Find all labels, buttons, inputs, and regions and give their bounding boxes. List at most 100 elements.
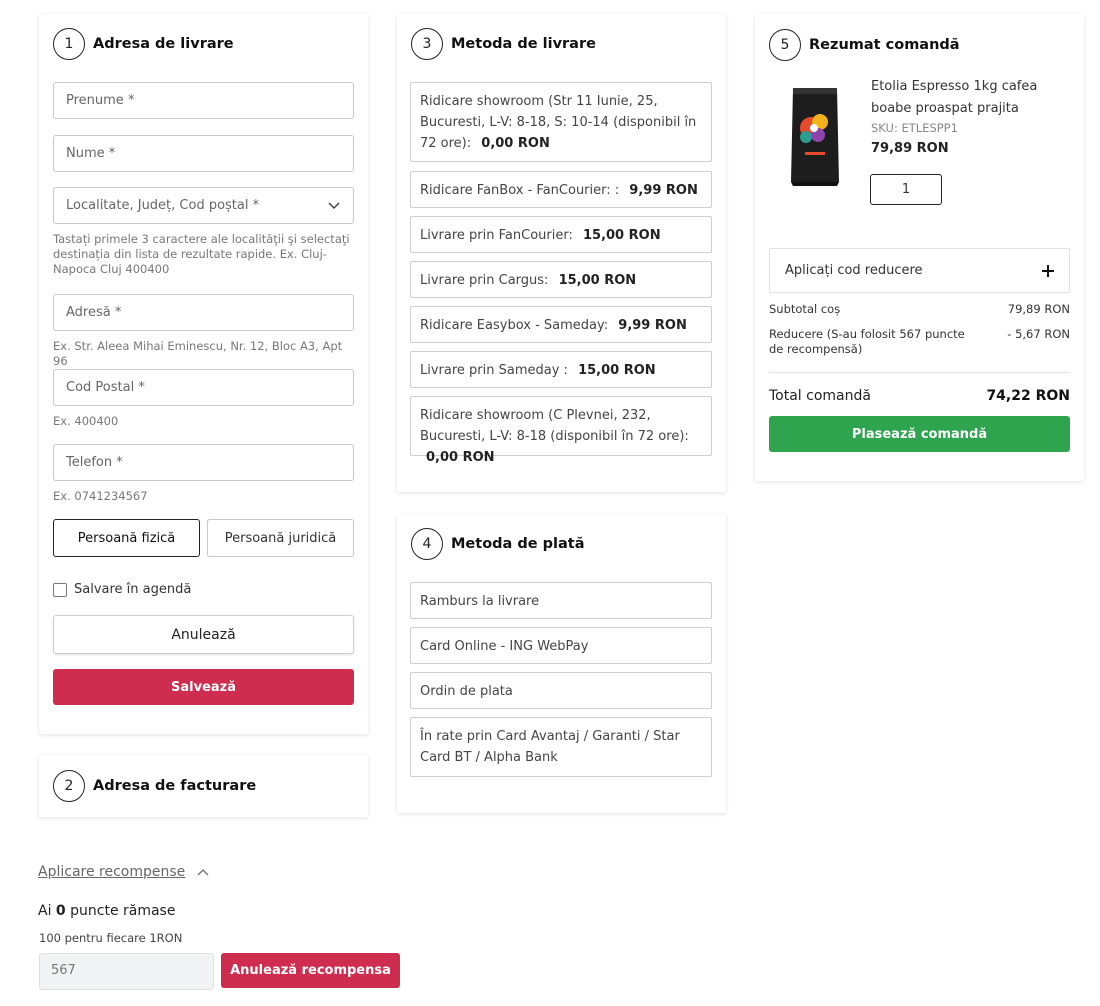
shipping-option-price: 15,00 RON <box>558 273 637 288</box>
save-button[interactable]: Salvează <box>53 669 354 705</box>
product-image[interactable] <box>785 82 845 186</box>
product-sku: SKU: ETLESPP1 <box>871 121 958 135</box>
chevron-up-icon <box>197 869 209 876</box>
points-input[interactable]: 567 <box>39 953 214 990</box>
place-order-button[interactable]: Plasează comandă <box>769 416 1070 452</box>
cancel-button[interactable]: Anulează <box>53 615 354 654</box>
remaining-points: 0 <box>55 903 66 919</box>
person-legal-button[interactable]: Persoană juridică <box>207 519 354 557</box>
order-summary-card: 5 Rezumat comandă Etolia Espresso 1kg ca… <box>755 14 1084 481</box>
shipping-option-price: 9,99 RON <box>618 318 687 333</box>
points-input-value: 567 <box>51 963 76 978</box>
total-row: Total comandă 74,22 RON <box>769 388 1070 404</box>
shipping-option-price: 15,00 RON <box>578 363 656 378</box>
reduction-label: Reducere (S-au folosit 567 puncte de rec… <box>769 327 965 356</box>
payment-option-bank-transfer[interactable]: Ordin de plata <box>410 672 712 709</box>
billing-address-header: 2 Adresa de facturare <box>53 770 256 802</box>
step-number: 1 <box>53 28 85 60</box>
rewards-toggle[interactable]: Aplicare recompense <box>38 864 209 880</box>
quantity-input[interactable]: 1 <box>870 174 942 205</box>
payment-option-card-online[interactable]: Card Online - ING WebPay <box>410 627 712 664</box>
step-number: 2 <box>53 770 85 802</box>
save-agenda-label: Salvare în agendă <box>74 582 192 597</box>
save-agenda-checkbox[interactable]: Salvare în agendă <box>53 582 191 597</box>
plus-icon <box>1042 264 1054 277</box>
section-title: Adresa de livrare <box>93 36 234 52</box>
reduction-value: - 5,67 RON <box>1007 327 1070 341</box>
shipping-option-price: 0,00 RON <box>481 136 550 151</box>
rewards-toggle-label[interactable]: Aplicare recompense <box>38 864 185 880</box>
shipping-option-fanbox[interactable]: Ridicare FanBox - FanCourier: : 9,99 RON <box>410 171 712 208</box>
address-hint: Ex. Str. Aleea Mihai Eminescu, Nr. 12, B… <box>53 339 343 368</box>
points-rate: 100 pentru fiecare 1RON <box>39 931 183 945</box>
locality-hint: Tastați primele 3 caractere ale localită… <box>53 232 350 276</box>
payment-option-installments[interactable]: În rate prin Card Avantaj / Garanti / St… <box>410 717 712 777</box>
shipping-option-sameday[interactable]: Livrare prin Sameday : 15,00 RON <box>410 351 712 388</box>
step-number: 4 <box>411 528 443 560</box>
total-value: 74,22 RON <box>986 388 1070 404</box>
shipping-option-fancourier[interactable]: Livrare prin FanCourier: 15,00 RON <box>410 216 712 253</box>
summary-divider <box>769 372 1070 373</box>
reduction-row: Reducere (S-au folosit 567 puncte de rec… <box>769 327 1070 357</box>
shipping-option-easybox[interactable]: Ridicare Easybox - Sameday: 9,99 RON <box>410 306 712 343</box>
remaining-prefix: Ai <box>38 903 52 919</box>
shipping-option-showroom-11-iunie[interactable]: Ridicare showroom (Str 11 Iunie, 25, Buc… <box>410 82 712 162</box>
shipping-option-label: Ridicare Easybox - Sameday: <box>420 318 609 333</box>
section-title: Adresa de facturare <box>93 778 257 794</box>
quantity-value: 1 <box>901 182 911 197</box>
shipping-option-showroom-plevnei[interactable]: Ridicare showroom (C Plevnei, 232, Bucur… <box>410 396 712 465</box>
subtotal-row: Subtotal coș 79,89 RON <box>769 302 1070 317</box>
payment-method-card: 4 Metoda de plată Ramburs la livrare Car… <box>397 514 726 813</box>
address-input[interactable]: Adresă * <box>53 294 354 331</box>
shipping-option-label: Ridicare FanBox - FanCourier: : <box>420 183 620 198</box>
phone-placeholder: Telefon * <box>66 455 123 470</box>
delivery-address-card: 1 Adresa de livrare Prenume * Nume * Loc… <box>39 14 368 734</box>
subtotal-value: 79,89 RON <box>1007 302 1070 316</box>
postal-code-input[interactable]: Cod Postal * <box>53 369 354 406</box>
payment-option-cash-on-delivery[interactable]: Ramburs la livrare <box>410 582 712 619</box>
section-title: Metoda de livrare <box>451 36 596 52</box>
discount-code-label: Aplicați cod reducere <box>785 263 923 278</box>
checkbox-box[interactable] <box>53 582 67 597</box>
remaining-suffix: puncte rămase <box>70 903 176 919</box>
phone-input[interactable]: Telefon * <box>53 444 354 481</box>
postal-code-placeholder: Cod Postal * <box>66 380 145 395</box>
section-title: Rezumat comandă <box>809 37 960 53</box>
payment-method-header: 4 Metoda de plată <box>411 528 584 560</box>
shipping-option-price: 0,00 RON <box>426 450 495 465</box>
shipping-option-label: Ridicare showroom (Str 11 Iunie, 25, Buc… <box>420 94 697 151</box>
first-name-input[interactable]: Prenume * <box>53 82 354 119</box>
address-placeholder: Adresă * <box>66 305 122 320</box>
shipping-option-price: 15,00 RON <box>582 228 661 243</box>
phone-hint: Ex. 0741234567 <box>53 489 148 503</box>
last-name-placeholder: Nume * <box>66 146 116 161</box>
subtotal-label: Subtotal coș <box>769 302 841 316</box>
order-summary-header: 5 Rezumat comandă <box>769 29 960 61</box>
product-name[interactable]: Etolia Espresso 1kg cafea boabe proaspat… <box>871 76 1071 120</box>
shipping-method-header: 3 Metoda de livrare <box>411 28 596 60</box>
locality-placeholder: Localitate, Județ, Cod poștal * <box>66 198 260 213</box>
first-name-placeholder: Prenume * <box>66 93 135 108</box>
step-number: 5 <box>769 29 801 61</box>
product-price: 79,89 RON <box>871 141 949 156</box>
remaining-points-text: Ai 0 puncte rămase <box>38 903 175 919</box>
shipping-option-label: Livrare prin Sameday : <box>420 363 568 378</box>
shipping-option-price: 9,99 RON <box>629 183 698 198</box>
billing-address-card[interactable]: 2 Adresa de facturare <box>39 755 368 817</box>
shipping-option-label: Ridicare showroom (C Plevnei, 232, Bucur… <box>420 408 689 444</box>
step-number: 3 <box>411 28 443 60</box>
shipping-method-card: 3 Metoda de livrare Ridicare showroom (S… <box>397 14 726 492</box>
chevron-down-icon <box>328 202 340 210</box>
shipping-option-label: Livrare prin Cargus: <box>420 273 549 288</box>
locality-select[interactable]: Localitate, Județ, Cod poștal * <box>53 187 354 224</box>
postal-code-hint: Ex. 400400 <box>53 414 119 428</box>
section-title: Metoda de plată <box>451 536 585 552</box>
shipping-option-label: Livrare prin FanCourier: <box>420 228 573 243</box>
last-name-input[interactable]: Nume * <box>53 135 354 172</box>
discount-code-toggle[interactable]: Aplicați cod reducere <box>769 248 1070 293</box>
shipping-option-cargus[interactable]: Livrare prin Cargus: 15,00 RON <box>410 261 712 298</box>
total-label: Total comandă <box>769 388 871 404</box>
person-individual-button[interactable]: Persoană fizică <box>53 519 200 557</box>
delivery-address-header: 1 Adresa de livrare <box>53 28 234 60</box>
cancel-rewards-button[interactable]: Anulează recompensa <box>221 953 400 988</box>
